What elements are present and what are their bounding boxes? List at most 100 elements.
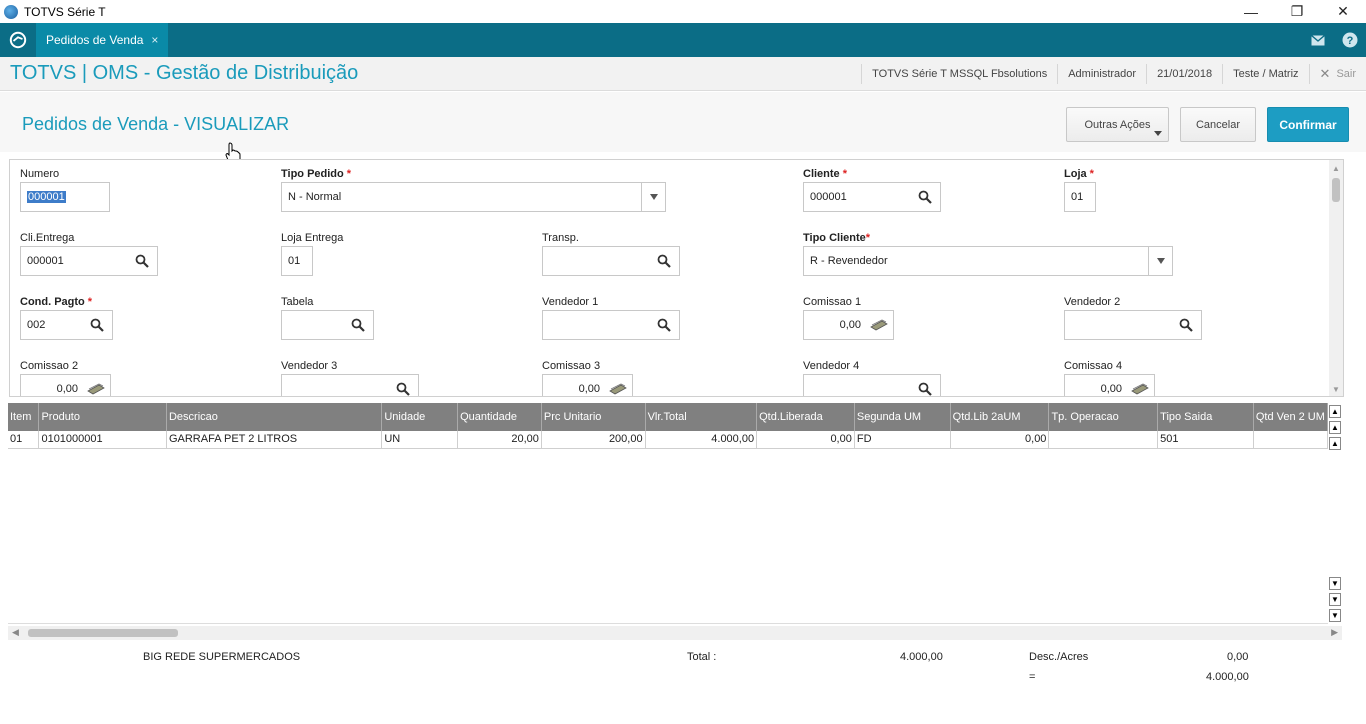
- cell-segunda-um[interactable]: FD: [854, 431, 951, 449]
- money-icon[interactable]: [870, 319, 888, 331]
- money-icon[interactable]: [87, 383, 105, 395]
- page-header: Pedidos de Venda - VISUALIZAR Outras Açõ…: [0, 92, 1366, 152]
- confirm-button[interactable]: Confirmar: [1267, 107, 1349, 142]
- tabela-field[interactable]: [281, 310, 374, 340]
- scroll-down-icon[interactable]: ▼: [1332, 385, 1340, 394]
- last-record-icon[interactable]: ▼: [1329, 609, 1341, 622]
- grid-horizontal-scrollbar[interactable]: ◀ ▶: [8, 626, 1342, 640]
- cell-qtd-lib-2aum[interactable]: 0,00: [950, 431, 1050, 449]
- vendedor2-field[interactable]: [1064, 310, 1202, 340]
- column-header[interactable]: Quantidade: [457, 403, 542, 431]
- cli-entrega-value: 000001: [27, 255, 64, 267]
- column-header[interactable]: Vlr.Total: [645, 403, 758, 431]
- cell-tipo-saida[interactable]: 501: [1157, 431, 1254, 449]
- total-label: Total :: [687, 651, 717, 663]
- column-header[interactable]: Item: [8, 403, 40, 431]
- minimize-icon[interactable]: —: [1228, 0, 1274, 23]
- cell-descricao[interactable]: GARRAFA PET 2 LITROS: [166, 431, 383, 449]
- money-icon[interactable]: [609, 383, 627, 395]
- transp-field[interactable]: [542, 246, 680, 276]
- search-icon[interactable]: [657, 254, 671, 268]
- vendedor1-field[interactable]: [542, 310, 680, 340]
- comissao4-field[interactable]: 0,00: [1064, 374, 1155, 396]
- table-row[interactable]: 01 0101000001 GARRAFA PET 2 LITROS UN 20…: [8, 431, 1328, 449]
- scroll-left-icon[interactable]: ◀: [12, 627, 19, 638]
- search-icon[interactable]: [918, 382, 932, 396]
- branch-label[interactable]: Teste / Matriz: [1222, 64, 1308, 84]
- scrollbar-thumb[interactable]: [1332, 178, 1340, 202]
- scroll-right-icon[interactable]: ▶: [1331, 627, 1338, 638]
- search-icon[interactable]: [135, 254, 149, 268]
- money-icon[interactable]: [1131, 383, 1149, 395]
- form-vertical-scrollbar[interactable]: ▲ ▼: [1329, 160, 1343, 396]
- comissao3-value: 0,00: [578, 383, 600, 395]
- vendedor4-field[interactable]: [803, 374, 941, 396]
- tipo-pedido-value: N - Normal: [288, 191, 342, 203]
- search-icon[interactable]: [351, 318, 365, 332]
- close-icon[interactable]: ✕: [1320, 0, 1366, 23]
- loja-field[interactable]: 01: [1064, 182, 1096, 212]
- logout-button[interactable]: ✕ Sair: [1308, 64, 1366, 84]
- cond-pagto-field[interactable]: 002: [20, 310, 113, 340]
- vendedor3-field[interactable]: [281, 374, 419, 396]
- totals-footer: BIG REDE SUPERMERCADOS Total : 4.000,00 …: [0, 640, 1366, 724]
- column-header[interactable]: Segunda UM: [854, 403, 951, 431]
- column-header[interactable]: Unidade: [381, 403, 459, 431]
- cliente-field[interactable]: 000001: [803, 182, 941, 212]
- cell-item[interactable]: 01: [8, 431, 40, 449]
- chevron-down-icon[interactable]: [1148, 247, 1172, 275]
- page-up-icon[interactable]: ▲: [1329, 421, 1341, 434]
- tab-close-icon[interactable]: ×: [151, 33, 158, 47]
- scroll-up-icon[interactable]: ▲: [1332, 164, 1340, 173]
- tipo-cliente-select[interactable]: R - Revendedor: [803, 246, 1173, 276]
- cell-tp-operacao[interactable]: [1048, 431, 1159, 449]
- app-logo-icon: [4, 4, 18, 19]
- next-record-icon[interactable]: ▼: [1329, 577, 1341, 590]
- cell-unidade[interactable]: UN: [381, 431, 459, 449]
- column-header[interactable]: Tp. Operacao: [1048, 403, 1159, 431]
- cli-entrega-field[interactable]: 000001: [20, 246, 158, 276]
- chevron-down-icon: [1154, 131, 1162, 136]
- column-header[interactable]: Qtd.Liberada: [756, 403, 855, 431]
- comissao2-field[interactable]: 0,00: [20, 374, 111, 396]
- column-header[interactable]: Prc Unitario: [541, 403, 646, 431]
- total-value: 4.000,00: [900, 651, 943, 663]
- search-icon[interactable]: [918, 190, 932, 204]
- search-icon[interactable]: [657, 318, 671, 332]
- page-down-icon[interactable]: ▼: [1329, 593, 1341, 606]
- cell-produto[interactable]: 0101000001: [38, 431, 167, 449]
- date-label[interactable]: 21/01/2018: [1146, 64, 1222, 84]
- mail-icon[interactable]: [1302, 23, 1334, 57]
- tipo-pedido-select[interactable]: N - Normal: [281, 182, 666, 212]
- cancel-button[interactable]: Cancelar: [1180, 107, 1256, 142]
- column-header[interactable]: Tipo Saida: [1157, 403, 1254, 431]
- cell-qtd-liberada[interactable]: 0,00: [756, 431, 855, 449]
- help-icon[interactable]: ?: [1334, 23, 1366, 57]
- app-title: TOTVS | OMS - Gestão de Distribuição: [10, 62, 359, 84]
- numero-field[interactable]: 000001: [20, 182, 110, 212]
- cell-vlr-total[interactable]: 4.000,00: [645, 431, 758, 449]
- search-icon[interactable]: [90, 318, 104, 332]
- comissao3-field[interactable]: 0,00: [542, 374, 633, 396]
- other-actions-button[interactable]: Outras Ações: [1066, 107, 1169, 142]
- cell-qtd-ven-2um[interactable]: [1253, 431, 1328, 449]
- search-icon[interactable]: [396, 382, 410, 396]
- column-header[interactable]: Qtd Ven 2 UM: [1253, 403, 1328, 431]
- previous-record-icon[interactable]: ▲: [1329, 437, 1341, 450]
- cell-prc-unitario[interactable]: 200,00: [541, 431, 646, 449]
- column-header[interactable]: Produto: [38, 403, 167, 431]
- column-header[interactable]: Descricao: [166, 403, 383, 431]
- user-label[interactable]: Administrador: [1057, 64, 1146, 84]
- scrollbar-thumb[interactable]: [28, 629, 178, 637]
- loja-entrega-field[interactable]: 01: [281, 246, 313, 276]
- tab-pedidos-de-venda[interactable]: Pedidos de Venda ×: [36, 23, 169, 57]
- logout-icon: ✕: [1319, 66, 1331, 81]
- search-icon[interactable]: [1179, 318, 1193, 332]
- first-record-icon[interactable]: ▲: [1329, 405, 1341, 418]
- comissao1-field[interactable]: 0,00: [803, 310, 894, 340]
- maximize-icon[interactable]: ❐: [1274, 0, 1320, 23]
- chevron-down-icon[interactable]: [641, 183, 665, 211]
- home-icon[interactable]: [0, 23, 36, 57]
- cell-quantidade[interactable]: 20,00: [457, 431, 542, 449]
- column-header[interactable]: Qtd.Lib 2aUM: [950, 403, 1050, 431]
